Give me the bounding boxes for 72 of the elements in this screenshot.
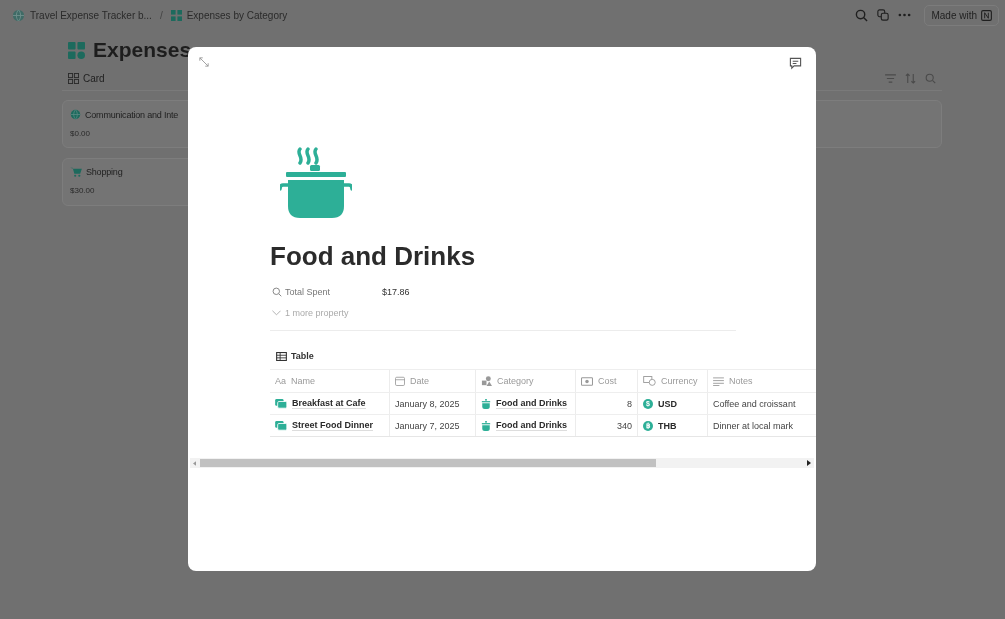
scroll-right-icon[interactable] [807,460,811,466]
search-icon[interactable] [925,72,936,84]
property-label: Total Spent [270,287,382,297]
text-lines-icon [713,376,724,386]
currency-exchange-icon [643,376,656,386]
row-name-link[interactable]: Breakfast at Cafe [292,398,366,409]
made-with-button[interactable]: Made with [924,4,999,26]
card-amount: $30.00 [70,186,96,195]
globe-icon [12,8,25,22]
grid-icon [170,9,182,21]
currency-cell: THB [658,420,677,431]
scrollbar-thumb[interactable] [200,459,656,467]
column-label: Currency [661,376,698,386]
text-type-icon: Aa [275,376,286,386]
card-title: Communication and Inte [85,109,179,120]
cart-icon [70,167,82,177]
breadcrumb-link[interactable]: Travel Expense Tracker b... [12,8,152,22]
date-cell: January 8, 2025 [395,398,460,409]
column-header[interactable]: Cost [576,370,638,392]
page-title: Expenses [93,38,192,62]
row-name-link[interactable]: Street Food Dinner [292,420,373,431]
cash-icon [275,398,287,409]
calendar-icon [395,376,405,386]
cost-cell: 340 [616,420,632,431]
search-icon [272,287,282,297]
grid-icon [68,41,85,59]
column-header[interactable]: Aa Name [270,370,390,392]
column-header[interactable]: Currency [638,370,708,392]
scroll-left-icon[interactable] [193,460,196,466]
breadcrumb-link[interactable]: Expenses by Category [170,9,288,21]
page-title: Food and Drinks [270,241,477,272]
banknote-icon [581,376,593,386]
card-amount: $0.00 [70,129,92,138]
shapes-icon [481,375,492,387]
column-label: Cost [598,376,617,386]
logo-icon [981,9,992,21]
more-properties-toggle[interactable]: 1 more property [270,308,351,318]
column-label: Name [291,376,316,386]
cost-cell: 8 [627,398,632,409]
search-icon[interactable] [855,8,869,22]
column-label: Notes [729,376,753,386]
globe-icon [70,109,81,120]
cash-icon [275,420,287,431]
sort-icon[interactable] [905,72,916,84]
breadcrumb-separator: / [159,9,163,21]
category-link[interactable]: Food and Drinks [496,398,567,409]
category-link[interactable]: Food and Drinks [496,420,567,431]
cooking-pot-icon [280,147,352,219]
column-label: Date [410,376,429,386]
more-icon[interactable] [898,13,912,17]
cooking-pot-icon [481,398,491,409]
table-view-tab[interactable]: Table [270,351,320,361]
view-tab[interactable]: Card [62,72,111,84]
horizontal-scrollbar[interactable] [190,458,814,468]
currency-cell: USD [658,398,677,409]
column-header[interactable]: Date [390,370,476,392]
notes-cell: Dinner at local mark [713,420,794,431]
duplicate-icon[interactable] [877,9,890,21]
notes-cell: Coffee and croissant [713,398,796,409]
column-header[interactable]: Notes [708,370,816,392]
gallery-icon [68,72,79,84]
filter-icon[interactable] [885,73,896,83]
column-header[interactable]: Category [476,370,576,392]
chevron-down-icon [272,310,281,316]
property-value: $17.86 [382,287,410,297]
date-cell: January 7, 2025 [395,420,460,431]
column-label: Category [497,376,534,386]
expand-icon[interactable] [199,57,209,67]
table-icon [276,351,287,361]
cooking-pot-icon [481,420,491,431]
comment-icon[interactable] [789,57,802,70]
card-title: Shopping [86,167,123,177]
